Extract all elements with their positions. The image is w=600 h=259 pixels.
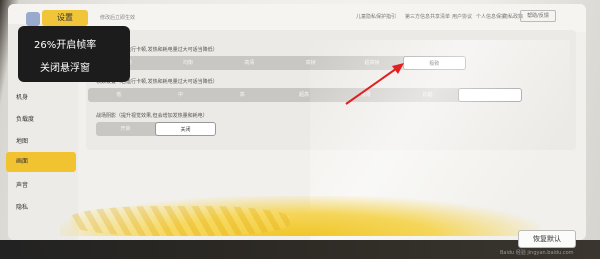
sidebar-item-privacy[interactable]: 隐私 bbox=[6, 198, 76, 218]
cloud-icon bbox=[26, 12, 40, 26]
option-unlabeled[interactable] bbox=[458, 88, 522, 102]
option-ultra-fps[interactable]: 超高帧 bbox=[341, 56, 402, 70]
floating-window: 26%开启帧率 关闭悬浮窗 bbox=[18, 26, 130, 82]
option-antialias[interactable]: 抗锯 bbox=[397, 88, 459, 102]
shadow-label: 战场阴影（提升视觉效果,但会增加发热量和耗电） bbox=[96, 113, 208, 119]
tab-settings[interactable]: 设置 bbox=[42, 10, 88, 26]
sidebar-item-sound[interactable]: 声音 bbox=[6, 176, 76, 196]
framerate-selector: 流畅 均衡 高清 高帧 超高帧 极致 bbox=[96, 56, 466, 70]
option-high[interactable]: 高 bbox=[211, 88, 273, 102]
shadow-toggle: 开启 关闭 bbox=[96, 122, 216, 136]
option-on[interactable]: 开启 bbox=[96, 122, 155, 136]
sidebar-item-graphics[interactable]: 画面 bbox=[6, 152, 76, 172]
option-super-high[interactable]: 超高 bbox=[273, 88, 335, 102]
link-user-agreement[interactable]: 用户协议 bbox=[452, 13, 472, 20]
fps-toggle-text[interactable]: 26%开启帧率 bbox=[34, 36, 96, 51]
option-limit[interactable]: 极限 bbox=[335, 88, 397, 102]
page-subtitle: 修改后立即生效 bbox=[100, 15, 136, 21]
sidebar-item-map[interactable]: 地图 bbox=[6, 132, 76, 152]
link-child-privacy[interactable]: 儿童隐私保护指引 bbox=[356, 13, 396, 20]
watermark: Baidu 经验 jingyan.baidu.com bbox=[500, 250, 574, 256]
feedback-button[interactable]: 帮助/反馈 bbox=[520, 10, 556, 22]
option-extreme[interactable]: 极致 bbox=[402, 56, 466, 70]
link-personal-info[interactable]: 个人信息保护 bbox=[476, 13, 506, 20]
sidebar-item-load[interactable]: 负载度 bbox=[6, 110, 76, 130]
reset-defaults-button[interactable]: 恢复默认 bbox=[518, 230, 576, 248]
option-high-fps[interactable]: 高帧 bbox=[280, 56, 341, 70]
option-balanced[interactable]: 均衡 bbox=[157, 56, 218, 70]
sidebar-item-body[interactable]: 机身 bbox=[6, 88, 76, 108]
option-hd[interactable]: 高清 bbox=[219, 56, 280, 70]
option-low[interactable]: 低 bbox=[88, 88, 150, 102]
option-off[interactable]: 关闭 bbox=[155, 122, 216, 136]
frames-selector: 低 中 高 超高 极限 抗锯 bbox=[88, 88, 522, 102]
option-medium[interactable]: 中 bbox=[150, 88, 212, 102]
link-third-party[interactable]: 第三方信息共享清单 bbox=[405, 13, 450, 20]
photo-background: 设置 修改后立即生效 儿童隐私保护指引 第三方信息共享清单 用户协议 个人信息保… bbox=[0, 0, 600, 259]
close-floating-window[interactable]: 关闭悬浮窗 bbox=[40, 59, 90, 74]
